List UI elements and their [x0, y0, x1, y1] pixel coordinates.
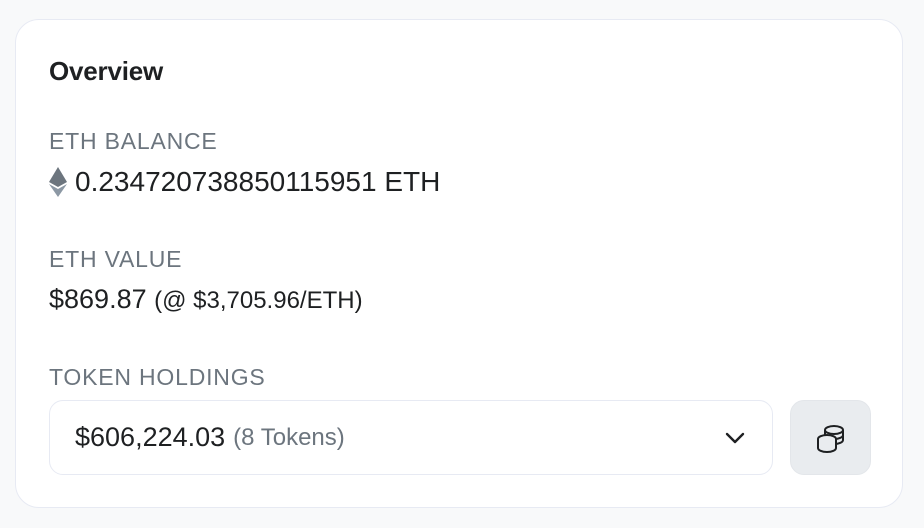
token-holdings-dropdown[interactable]: $606,224.03 (8 Tokens): [49, 400, 773, 475]
overview-card: Overview ETH BALANCE 0.23472073885011595…: [15, 19, 903, 508]
eth-balance-value: 0.234720738850115951 ETH: [75, 166, 441, 197]
card-title: Overview: [49, 56, 164, 86]
token-holdings-button[interactable]: [790, 400, 871, 475]
eth-balance-label: ETH BALANCE: [49, 128, 218, 154]
eth-balance-row: 0.234720738850115951 ETH: [49, 166, 440, 198]
coins-stack-icon: [816, 424, 844, 453]
token-holdings-amount: $606,224.03: [75, 422, 226, 452]
eth-price: (@ $3,705.96/ETH): [154, 287, 363, 314]
eth-value-row: $869.87 (@ $3,705.96/ETH): [49, 284, 363, 315]
token-holdings-label: TOKEN HOLDINGS: [49, 364, 266, 390]
eth-value-label: ETH VALUE: [49, 246, 183, 272]
ethereum-icon: [49, 167, 67, 197]
token-count: (8 Tokens): [233, 423, 345, 451]
chevron-down-icon: [722, 425, 748, 451]
eth-value-amount: $869.87: [49, 284, 147, 314]
